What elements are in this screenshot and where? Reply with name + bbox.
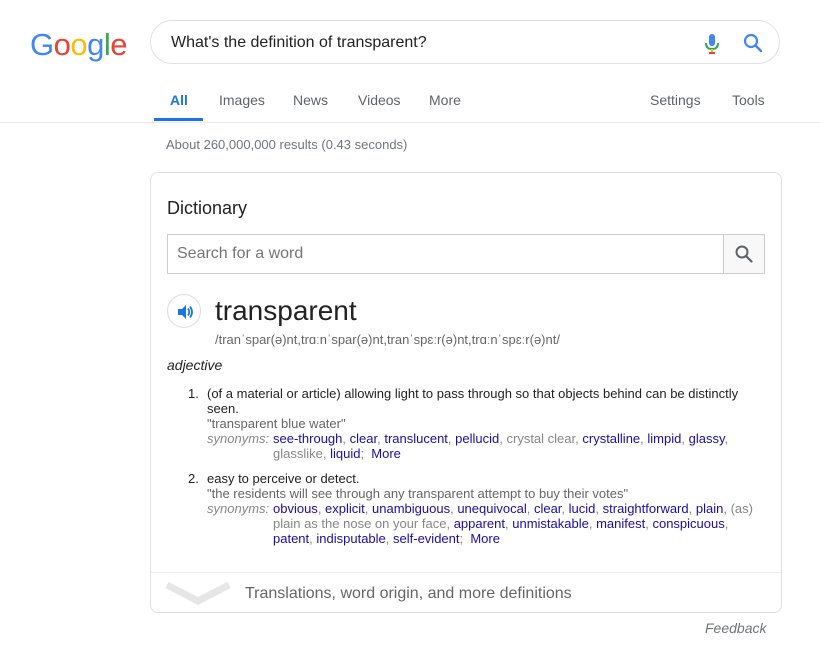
tab-videos[interactable]: Videos — [358, 92, 401, 108]
headword: transparent — [215, 295, 357, 326]
logo-letter: e — [110, 27, 128, 62]
search-icon — [735, 245, 753, 263]
synonyms-label: synonyms: — [207, 501, 270, 516]
logo-letter: g — [87, 27, 104, 62]
tab-settings[interactable]: Settings — [650, 92, 701, 108]
google-logo[interactable]: Google — [30, 27, 128, 63]
pronounce-button[interactable] — [167, 294, 201, 328]
more-synonyms-link[interactable]: More — [371, 446, 401, 461]
synonym-link[interactable]: straightforward — [603, 501, 689, 516]
synonym-link[interactable]: explicit — [325, 501, 365, 516]
search-input[interactable]: What's the definition of transparent? — [171, 34, 427, 52]
definition-line: (of a material or article) allowing ligh… — [207, 386, 739, 401]
sense-example: "the residents will see through any tran… — [207, 486, 629, 501]
synonym-text: crystal clear — [506, 431, 576, 446]
synonyms-label: synonyms: — [207, 431, 270, 446]
synonym-text: glasslike — [273, 446, 323, 461]
word-search-placeholder[interactable]: Search for a word — [177, 245, 303, 263]
synonym-link[interactable]: apparent — [454, 516, 505, 531]
word-search-button[interactable] — [723, 235, 764, 273]
synonym-link[interactable]: see-through — [273, 431, 342, 446]
result-stats: About 260,000,000 results (0.43 seconds) — [166, 137, 408, 152]
sense-example: "transparent blue water" — [207, 416, 346, 431]
chevron-down-icon — [165, 581, 231, 605]
sense-number: 1. — [188, 386, 199, 401]
sense-definition: (of a material or article) allowing ligh… — [207, 386, 767, 416]
sense-definition: easy to perceive or detect. — [207, 471, 360, 486]
word-search-field[interactable]: Search for a word — [167, 234, 765, 274]
active-tab-indicator — [154, 118, 203, 121]
synonym-link[interactable]: plain — [696, 501, 723, 516]
mic-icon[interactable] — [704, 33, 720, 55]
synonym-link[interactable]: lucid — [569, 501, 596, 516]
feedback-link[interactable]: Feedback — [705, 620, 766, 636]
synonym-link[interactable]: conspicuous — [652, 516, 724, 531]
tab-news[interactable]: News — [293, 92, 328, 108]
synonym-link[interactable]: glassy — [689, 431, 725, 446]
synonym-link[interactable]: unequivocal — [457, 501, 526, 516]
logo-letter: o — [70, 27, 88, 62]
synonym-link[interactable]: indisputable — [316, 531, 385, 546]
synonym-link[interactable]: unmistakable — [512, 516, 589, 531]
pronunciation: /tranˈspar(ə)nt,trɑːnˈspar(ə)nt,tranˈspɛ… — [215, 332, 560, 347]
tab-images[interactable]: Images — [219, 92, 265, 108]
more-synonyms-link[interactable]: More — [470, 531, 500, 546]
synonym-link[interactable]: clear — [350, 431, 377, 446]
synonym-link[interactable]: unambiguous — [372, 501, 450, 516]
tab-all[interactable]: All — [170, 92, 188, 108]
synonym-link[interactable]: obvious — [273, 501, 318, 516]
synonyms-list: see-through, clear, translucent, pelluci… — [273, 431, 729, 461]
synonym-link[interactable]: limpid — [647, 431, 681, 446]
search-icon[interactable] — [743, 33, 763, 53]
synonym-link[interactable]: self-evident — [393, 531, 459, 546]
tab-more[interactable]: More — [429, 92, 461, 108]
synonyms-list: obvious, explicit, unambiguous, unequivo… — [273, 501, 753, 546]
definition-line: seen. — [207, 401, 239, 416]
synonym-link[interactable]: clear — [534, 501, 561, 516]
more-definitions-link[interactable]: Translations, word origin, and more defi… — [245, 585, 572, 603]
tab-tools[interactable]: Tools — [732, 92, 765, 108]
synonym-link[interactable]: patent — [273, 531, 309, 546]
more-definitions-row[interactable]: Translations, word origin, and more defi… — [151, 572, 781, 613]
tab-bar: All Images News Videos More Settings Too… — [0, 85, 820, 123]
synonym-link[interactable]: manifest — [596, 516, 645, 531]
logo-letter: G — [30, 27, 54, 62]
search-box[interactable]: What's the definition of transparent? — [150, 20, 780, 64]
synonym-link[interactable]: liquid — [330, 446, 360, 461]
logo-letter: o — [53, 27, 71, 62]
synonym-link[interactable]: translucent — [384, 431, 448, 446]
synonym-link[interactable]: crystalline — [582, 431, 640, 446]
dictionary-card: Dictionary Search for a word transparent… — [150, 172, 782, 613]
part-of-speech: adjective — [167, 357, 223, 373]
speaker-icon — [178, 305, 193, 319]
dictionary-title: Dictionary — [167, 198, 248, 218]
sense-number: 2. — [188, 471, 199, 486]
synonym-link[interactable]: pellucid — [455, 431, 499, 446]
